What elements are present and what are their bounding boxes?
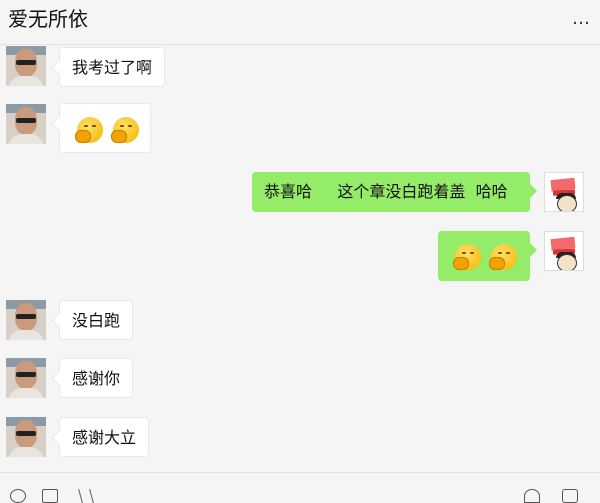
contact-avatar[interactable] [6,300,46,340]
message-bubble-self[interactable]: 恭喜哈 这个章没白跑着盖 哈哈 [252,172,530,212]
contact-avatar[interactable] [6,417,46,457]
message-text: 恭喜哈 这个章没白跑着盖 哈哈 [264,182,508,201]
message-text: 我考过了啊 [72,58,153,77]
covering-mouth-emoji-icon [489,243,517,270]
self-avatar[interactable] [544,172,584,212]
message-bubble-self[interactable] [438,231,530,281]
message-bubble[interactable]: 没白跑 [59,300,134,340]
covering-mouth-emoji-icon [111,116,139,143]
scissors-icon[interactable] [78,489,94,503]
voice-icon[interactable] [524,489,540,503]
emoji-icon[interactable] [10,489,26,503]
message-bubble[interactable] [59,103,151,153]
message-bubble[interactable]: 感谢你 [59,358,134,398]
contact-avatar[interactable] [6,358,46,398]
message-bubble[interactable]: 感谢大立 [59,417,150,457]
self-avatar[interactable] [544,231,584,271]
message-text: 感谢你 [72,369,121,388]
covering-mouth-emoji-icon [75,116,103,143]
chat-header: 爱无所依 … [0,0,600,45]
contact-avatar[interactable] [6,46,46,86]
message-text: 感谢大立 [72,428,137,447]
chat-icon[interactable] [562,489,578,503]
covering-mouth-emoji-icon [453,243,481,270]
input-toolbar [0,472,600,503]
message-bubble[interactable]: 我考过了啊 [59,47,166,87]
more-options-icon[interactable]: … [572,8,592,29]
message-text: 没白跑 [72,311,121,330]
folder-icon[interactable] [42,489,58,503]
chat-title: 爱无所依 [8,7,88,31]
contact-avatar[interactable] [6,104,46,144]
